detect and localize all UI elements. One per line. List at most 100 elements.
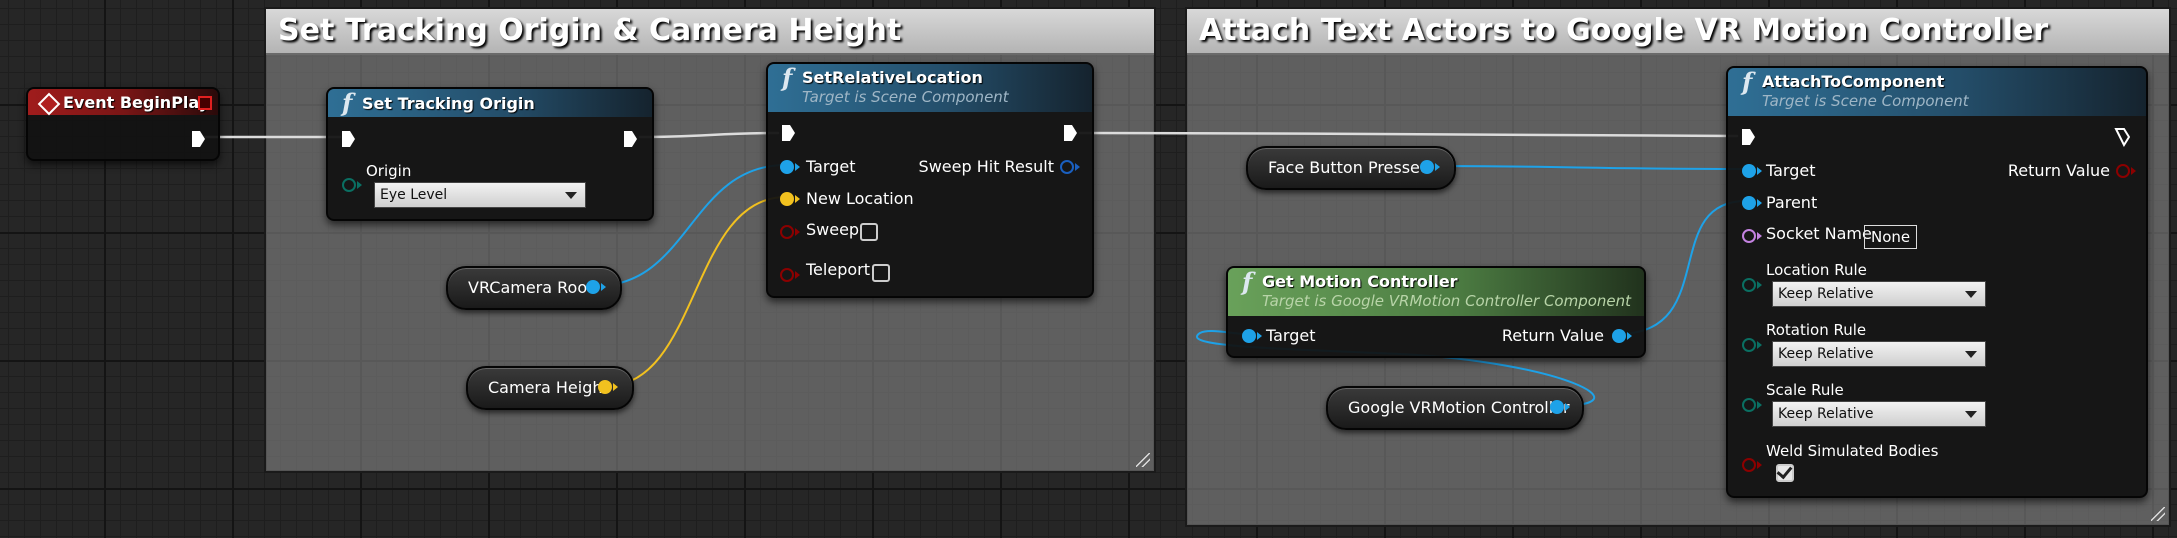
chevron-down-icon — [1965, 291, 1977, 298]
target-object-pin[interactable] — [780, 160, 794, 174]
scale-rule-value: Keep Relative — [1778, 406, 1874, 422]
variable-label: Google VRMotion Controller — [1348, 398, 1570, 417]
weld-simulated-bodies-checkbox[interactable] — [1776, 462, 1794, 482]
pin-arrow-icon — [1757, 232, 1762, 240]
socket-name-label: Socket Name — [1766, 224, 1872, 243]
chevron-down-icon — [1965, 351, 1977, 358]
function-icon: f — [782, 63, 793, 92]
exec-input-pin[interactable] — [1740, 127, 1756, 147]
function-icon: f — [1242, 267, 1253, 296]
socket-name-pin[interactable] — [1742, 229, 1756, 243]
node-title: SetRelativeLocation — [802, 68, 983, 87]
new-location-label: New Location — [806, 189, 914, 208]
rotation-rule-enum-pin[interactable] — [1742, 338, 1756, 352]
delegate-pin-icon[interactable] — [198, 96, 212, 110]
exec-input-pin[interactable] — [340, 129, 356, 149]
target-label: Target — [1266, 326, 1316, 345]
pin-arrow-icon — [1757, 461, 1762, 469]
return-value-bool-pin[interactable] — [2116, 164, 2130, 178]
pin-arrow-icon — [1757, 199, 1762, 207]
target-object-pin[interactable] — [1242, 329, 1256, 343]
set-relative-location-node[interactable]: f SetRelativeLocation Target is Scene Co… — [766, 62, 1094, 298]
node-subtitle: Target is Google VRMotion Controller Com… — [1262, 292, 1632, 310]
origin-dropdown[interactable]: Eye Level — [374, 182, 586, 208]
variable-label: Camera Height — [488, 378, 609, 397]
pin-arrow-icon — [1435, 163, 1440, 171]
variable-label: VRCamera Root — [468, 278, 594, 297]
attach-to-component-node[interactable]: f AttachToComponent Target is Scene Comp… — [1726, 66, 2148, 498]
parent-object-pin[interactable] — [1742, 196, 1756, 210]
sweep-hit-result-label: Sweep Hit Result — [918, 157, 1054, 176]
variable-output-pin[interactable] — [598, 380, 612, 394]
origin-value: Eye Level — [380, 187, 448, 203]
return-value-label: Return Value — [2007, 161, 2110, 180]
scale-rule-label: Scale Rule — [1766, 381, 1844, 399]
exec-output-pin[interactable] — [2114, 127, 2130, 147]
variable-output-pin[interactable] — [1420, 160, 1434, 174]
sweep-bool-pin[interactable] — [780, 225, 794, 239]
parent-label: Parent — [1766, 193, 1818, 212]
event-beginplay-node[interactable]: Event BeginPlay — [26, 87, 220, 161]
function-icon: f — [1742, 67, 1753, 96]
weld-simulated-bodies-label: Weld Simulated Bodies — [1766, 442, 1939, 460]
chevron-down-icon — [1965, 411, 1977, 418]
exec-wire-setrelative-to-attach[interactable] — [1078, 131, 1739, 138]
camera-height-variable-node[interactable]: Camera Height — [466, 366, 634, 410]
origin-enum-pin[interactable] — [342, 178, 356, 192]
target-label: Target — [1766, 161, 1816, 180]
pin-arrow-icon — [1757, 167, 1762, 175]
rotation-rule-dropdown[interactable]: Keep Relative — [1772, 341, 1986, 367]
sweep-label: Sweep — [806, 220, 860, 239]
set-tracking-origin-node[interactable]: f Set Tracking Origin Origin Eye Level — [326, 87, 654, 221]
pin-arrow-icon — [1257, 332, 1262, 340]
pin-arrow-icon — [2131, 167, 2136, 175]
sweep-hit-result-pin[interactable] — [1060, 160, 1074, 174]
return-value-pin[interactable] — [1612, 329, 1626, 343]
rotation-rule-label: Rotation Rule — [1766, 321, 1867, 339]
pin-arrow-icon — [795, 228, 800, 236]
node-title: Get Motion Controller — [1262, 272, 1458, 291]
pin-arrow-icon — [1075, 163, 1080, 171]
function-icon: f — [342, 88, 353, 117]
exec-input-pin[interactable] — [780, 123, 796, 143]
pin-arrow-icon — [795, 195, 800, 203]
check-icon — [1776, 462, 1793, 480]
pin-arrow-icon — [357, 181, 362, 189]
scale-rule-dropdown[interactable]: Keep Relative — [1772, 401, 1986, 427]
variable-label: Face Button Pressed — [1268, 158, 1431, 177]
node-title: AttachToComponent — [1762, 72, 1945, 91]
target-label: Target — [806, 157, 856, 176]
location-rule-dropdown[interactable]: Keep Relative — [1772, 281, 1986, 307]
pin-arrow-icon — [1757, 281, 1762, 289]
exec-output-pin[interactable] — [622, 129, 638, 149]
face-button-pressed-variable-node[interactable]: Face Button Pressed — [1246, 146, 1456, 190]
pin-arrow-icon — [795, 163, 800, 171]
get-motion-controller-node[interactable]: f Get Motion Controller Target is Google… — [1226, 266, 1646, 358]
rotation-rule-value: Keep Relative — [1778, 346, 1874, 362]
exec-output-pin[interactable] — [190, 129, 206, 149]
object-wire-facebutton-to-target[interactable] — [1425, 165, 1747, 170]
target-object-pin[interactable] — [1742, 164, 1756, 178]
vector-wire-cameraheight-to-newlocation[interactable] — [605, 196, 787, 387]
origin-label: Origin — [366, 162, 412, 180]
teleport-bool-pin[interactable] — [780, 268, 794, 282]
pin-arrow-icon — [613, 383, 618, 391]
node-title: Set Tracking Origin — [362, 94, 535, 113]
variable-output-pin[interactable] — [586, 280, 600, 294]
pin-arrow-icon — [601, 283, 606, 291]
teleport-checkbox[interactable] — [872, 264, 890, 282]
sweep-checkbox[interactable] — [860, 223, 878, 241]
chevron-down-icon — [565, 192, 577, 199]
vr-camera-root-variable-node[interactable]: VRCamera Root — [446, 266, 622, 310]
scale-rule-enum-pin[interactable] — [1742, 398, 1756, 412]
variable-output-pin[interactable] — [1550, 400, 1564, 414]
new-location-vector-pin[interactable] — [780, 192, 794, 206]
socket-name-input[interactable]: None — [1864, 225, 1918, 249]
exec-wire-tracking-to-setrelative[interactable] — [638, 131, 780, 139]
location-rule-enum-pin[interactable] — [1742, 278, 1756, 292]
google-vr-motion-controller-variable-node[interactable]: Google VRMotion Controller — [1326, 386, 1584, 430]
pin-arrow-icon — [1565, 403, 1570, 411]
weld-simulated-bodies-bool-pin[interactable] — [1742, 458, 1756, 472]
node-title: Event BeginPlay — [63, 93, 210, 112]
exec-output-pin[interactable] — [1062, 123, 1078, 143]
